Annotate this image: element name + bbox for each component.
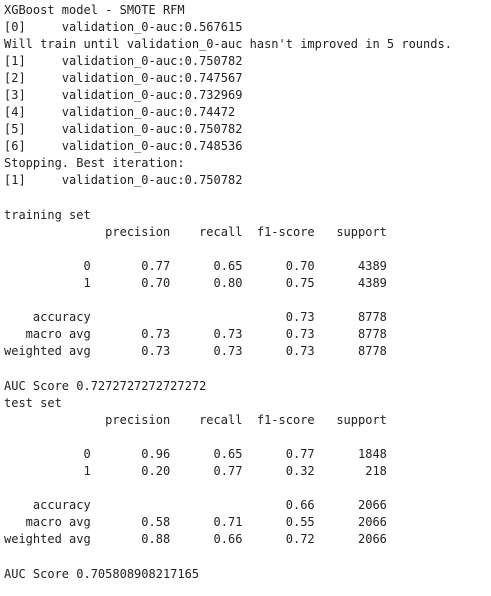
model-header: XGBoost model - SMOTE RFM — [4, 3, 185, 17]
test-set-title: test set — [4, 396, 62, 410]
test-row-class-1: 1 0.20 0.77 0.32 218 — [4, 464, 387, 478]
best-iteration-line: [1] validation_0-auc:0.750782 — [4, 173, 243, 187]
training-row-class-1: 1 0.70 0.80 0.75 4389 — [4, 276, 387, 290]
training-set-title: training set — [4, 208, 91, 222]
training-row-weighted-avg: weighted avg 0.73 0.73 0.73 8778 — [4, 344, 387, 358]
test-row-weighted-avg: weighted avg 0.88 0.66 0.72 2066 — [4, 532, 387, 546]
log-round-3: [3] validation_0-auc:0.732969 — [4, 88, 243, 102]
stopping-line: Stopping. Best iteration: — [4, 156, 185, 170]
training-row-accuracy: accuracy 0.73 8778 — [4, 310, 387, 324]
log-round-0: [0] validation_0-auc:0.567615 — [4, 20, 243, 34]
training-report-header: precision recall f1-score support — [4, 225, 387, 239]
test-row-macro-avg: macro avg 0.58 0.71 0.55 2066 — [4, 515, 387, 529]
training-row-class-0: 0 0.77 0.65 0.70 4389 — [4, 259, 387, 273]
training-auc-score: AUC Score 0.7272727272727272 — [4, 379, 207, 393]
test-row-accuracy: accuracy 0.66 2066 — [4, 498, 387, 512]
test-row-class-0: 0 0.96 0.65 0.77 1848 — [4, 447, 387, 461]
test-report-header: precision recall f1-score support — [4, 413, 387, 427]
notebook-output: XGBoost model - SMOTE RFM [0] validation… — [0, 0, 491, 596]
test-auc-score: AUC Score 0.705808908217165 — [4, 567, 200, 581]
training-row-macro-avg: macro avg 0.73 0.73 0.73 8778 — [4, 327, 387, 341]
log-round-4: [4] validation_0-auc:0.74472 — [4, 105, 236, 119]
log-round-1: [1] validation_0-auc:0.750782 — [4, 54, 243, 68]
early-stopping-note: Will train until validation_0-auc hasn't… — [4, 37, 452, 51]
log-round-2: [2] validation_0-auc:0.747567 — [4, 71, 243, 85]
log-round-6: [6] validation_0-auc:0.748536 — [4, 139, 243, 153]
log-round-5: [5] validation_0-auc:0.750782 — [4, 122, 243, 136]
